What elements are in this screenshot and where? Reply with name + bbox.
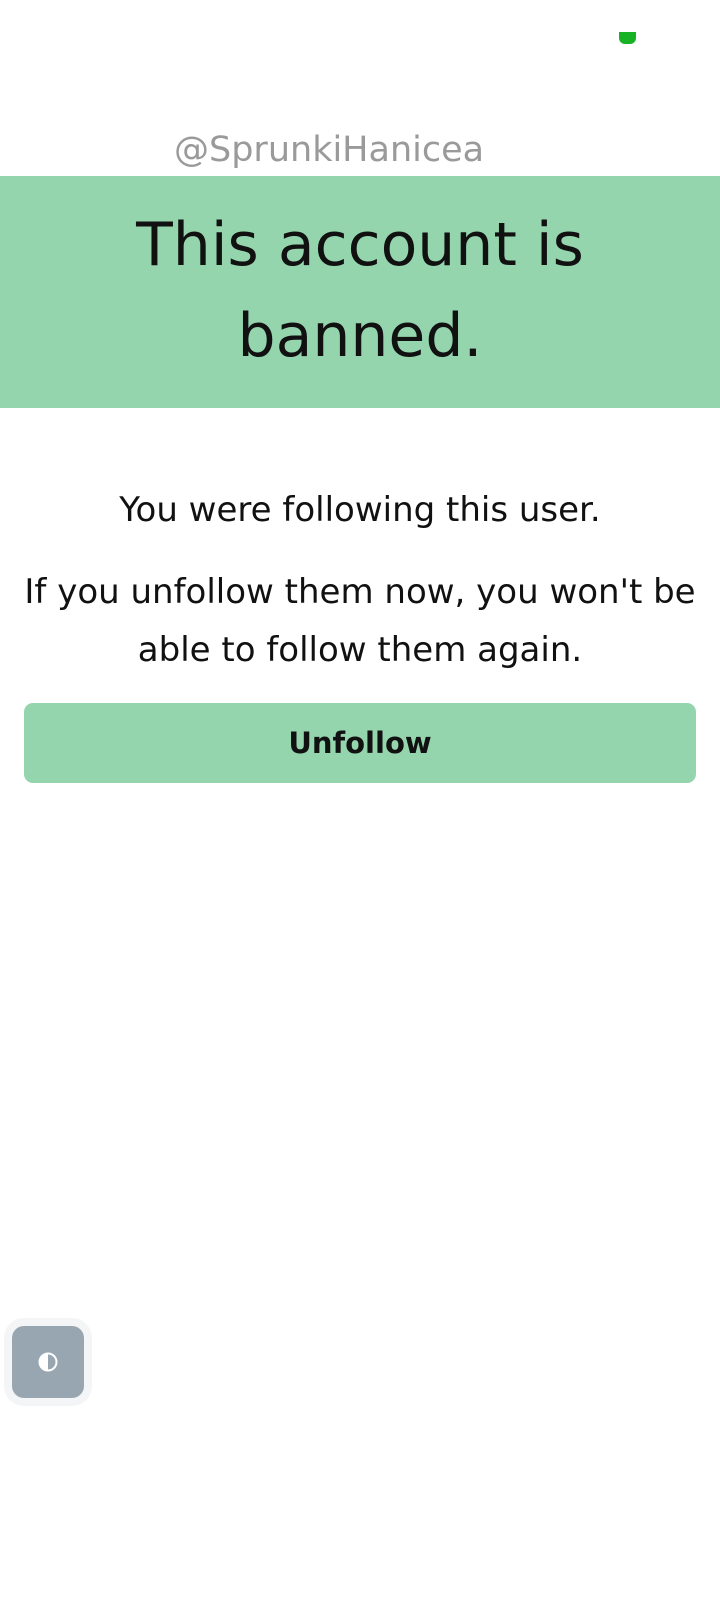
status-indicator-icon [619,32,636,44]
banner-title: This account is banned. [136,210,584,371]
unfollow-button[interactable]: Unfollow [24,703,696,783]
theme-toggle-button[interactable] [12,1326,84,1398]
contrast-icon [38,1352,58,1372]
unfollow-warning-message: If you unfollow them now, you won't be a… [24,572,696,670]
banned-account-banner: This account is banned. [0,176,720,408]
following-message: You were following this user. [119,490,601,530]
profile-username: @SprunkiHanicea [174,130,485,170]
